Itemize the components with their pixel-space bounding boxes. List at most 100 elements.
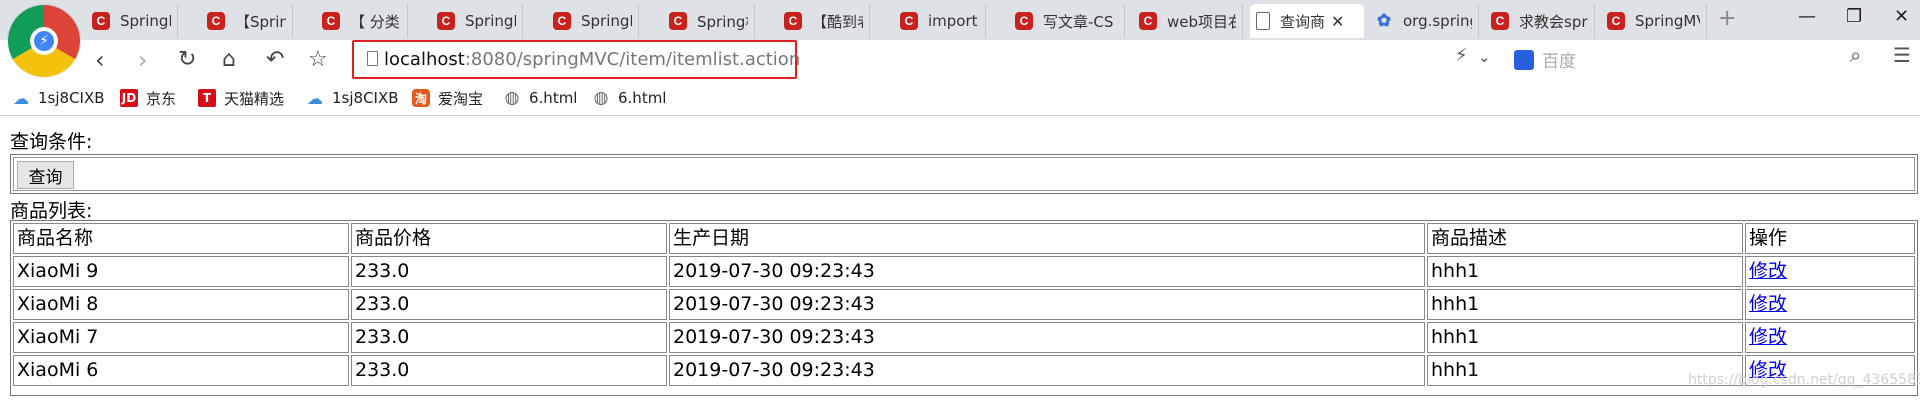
header-action: 操作 (1745, 223, 1915, 254)
csdn-icon: C (1491, 12, 1509, 30)
menu-icon[interactable]: ☰ (1893, 43, 1911, 67)
edit-link[interactable]: 修改 (1749, 326, 1787, 348)
toolbar (0, 40, 1920, 80)
forward-icon[interactable]: › (138, 45, 148, 75)
cell-desc: hhh1 (1427, 256, 1743, 287)
cell-date: 2019-07-30 09:23:43 (669, 322, 1425, 353)
url-path: :8080/springMVC/item/itemlist.action (464, 49, 801, 70)
tab-springm-2[interactable]: C 【SpringM (201, 4, 293, 38)
tab-label: SpringMV (1635, 12, 1700, 30)
tab-springmvc-1[interactable]: C SpringMV (86, 4, 178, 38)
tab-springmvc-4[interactable]: C SpringMV (431, 4, 523, 38)
new-tab-plus-icon[interactable]: + (1718, 6, 1736, 31)
query-button[interactable]: 查询 (17, 161, 74, 189)
edit-link[interactable]: 修改 (1749, 293, 1787, 315)
csdn-icon: C (207, 12, 225, 30)
watermark: https://blog.csdn.net/qq_43655835 (1688, 372, 1920, 388)
tab-label: 【 分类 】 (350, 12, 401, 31)
cell-desc: hhh1 (1427, 322, 1743, 353)
cell-price: 233.0 (351, 289, 667, 320)
tab-org-spring[interactable]: ✿ org.spring (1369, 4, 1479, 38)
globe-icon: ◍ (504, 88, 520, 108)
tab-label: web项目右 (1167, 12, 1236, 31)
csdn-icon: C (92, 12, 110, 30)
tab-ask-spring[interactable]: C 求教会spr (1485, 4, 1595, 38)
tab-category[interactable]: C 【 分类 】 (316, 4, 408, 38)
tab-label: 查询商 (1280, 12, 1326, 31)
tab-label: 写文章-CS (1043, 12, 1114, 31)
tab-web-project[interactable]: C web项目右 (1133, 4, 1243, 38)
tab-label: SpringMV (581, 12, 632, 30)
bookmark-label: 1sj8CIXB (332, 89, 399, 107)
cell-date: 2019-07-30 09:23:43 (669, 256, 1425, 287)
csdn-icon: C (784, 12, 802, 30)
home-icon[interactable]: ⌂ (222, 45, 236, 75)
bookmark-1sj8cixb-1[interactable]: ☁ 1sj8CIXB (12, 88, 105, 108)
page-icon (1256, 12, 1270, 30)
bookmark-star-icon[interactable]: ☆ (308, 45, 328, 75)
undo-icon[interactable]: ↶ (266, 45, 284, 75)
cell-action: 修改 (1745, 322, 1915, 353)
lightning-icon[interactable]: ⚡ (1455, 45, 1468, 66)
bookmark-1sj8cixb-2[interactable]: ☁ 1sj8CIXB (306, 88, 399, 108)
csdn-icon: C (322, 12, 340, 30)
cell-price: 233.0 (351, 355, 667, 386)
query-form-cell: 查询 (13, 157, 1915, 191)
paw-icon: ✿ (1376, 11, 1392, 30)
page-content: 查询条件: 查询 商品列表: 商品名称 商品价格 生产日期 商品描述 操作 Xi… (0, 117, 1920, 405)
close-icon[interactable]: ✕ (1331, 12, 1344, 31)
csdn-icon: C (669, 12, 687, 30)
tab-label: org.spring (1403, 12, 1472, 30)
tab-springmvc-5[interactable]: C SpringMV (547, 4, 639, 38)
aitaobao-icon: 淘 (412, 89, 430, 107)
edit-link[interactable]: 修改 (1749, 260, 1787, 282)
tab-spring-framework[interactable]: C Spring框 (663, 4, 755, 38)
search-box[interactable]: 🐾 百度 (1514, 47, 1576, 72)
tab-strip: ⚡ C SpringMV C 【SpringM C 【 分类 】 C Sprin… (0, 0, 1920, 77)
tab-label: 【酷到老的 (812, 12, 863, 31)
tab-import-java[interactable]: C import ja (894, 4, 986, 38)
bookmark-label: 爱淘宝 (438, 89, 484, 108)
cell-date: 2019-07-30 09:23:43 (669, 355, 1425, 386)
chevron-down-icon[interactable]: ⌄ (1478, 48, 1491, 66)
bookmark-label: 1sj8CIXB (38, 89, 105, 107)
cloud-icon: ☁ (13, 88, 29, 108)
tab-springmvc-14[interactable]: C SpringMV (1601, 4, 1707, 38)
globe-icon: ◍ (593, 88, 609, 108)
address-bar[interactable]: localhost:8080/springMVC/item/itemlist.a… (352, 40, 801, 79)
cell-name: XiaoMi 9 (13, 256, 349, 287)
cell-name: XiaoMi 7 (13, 322, 349, 353)
bookmark-6html-2[interactable]: ◍ 6.html (592, 88, 667, 108)
header-date: 生产日期 (669, 223, 1425, 254)
window-close-icon[interactable]: ✕ (1894, 6, 1909, 27)
query-form-table: 查询 (10, 154, 1918, 194)
item-list-label: 商品列表: (10, 200, 93, 222)
bookmark-tmall[interactable]: T 天猫精选 (198, 88, 284, 108)
bookmark-6html-1[interactable]: ◍ 6.html (503, 88, 578, 108)
cell-action: 修改 (1745, 289, 1915, 320)
minimize-icon[interactable]: — (1798, 6, 1816, 27)
tab-label: SpringMV (465, 12, 516, 30)
back-icon[interactable]: ‹ (95, 45, 105, 75)
tab-query-items-active[interactable]: 查询商 ✕ (1250, 4, 1364, 38)
header-name: 商品名称 (13, 223, 349, 254)
page-info-icon[interactable] (367, 51, 378, 66)
tab-cool[interactable]: C 【酷到老的 (778, 4, 870, 38)
maximize-icon[interactable]: ❐ (1846, 6, 1862, 27)
reload-icon[interactable]: ↻ (178, 45, 196, 75)
csdn-icon: C (437, 12, 455, 30)
tab-label: import ja (928, 12, 979, 30)
cell-price: 233.0 (351, 256, 667, 287)
cell-price: 233.0 (351, 322, 667, 353)
csdn-icon: C (1015, 12, 1033, 30)
header-desc: 商品描述 (1427, 223, 1743, 254)
bookmarks-bar (0, 80, 1920, 116)
tmall-icon: T (198, 89, 216, 107)
csdn-icon: C (553, 12, 571, 30)
bookmark-label: 京东 (146, 89, 177, 108)
tab-write-article[interactable]: C 写文章-CS (1009, 4, 1125, 38)
bookmark-jd[interactable]: JD 京东 (120, 88, 176, 108)
search-icon[interactable]: ⌕ (1850, 43, 1861, 67)
bookmark-aitaobao[interactable]: 淘 爱淘宝 (412, 88, 483, 108)
tab-label: 求教会spr (1519, 12, 1588, 31)
